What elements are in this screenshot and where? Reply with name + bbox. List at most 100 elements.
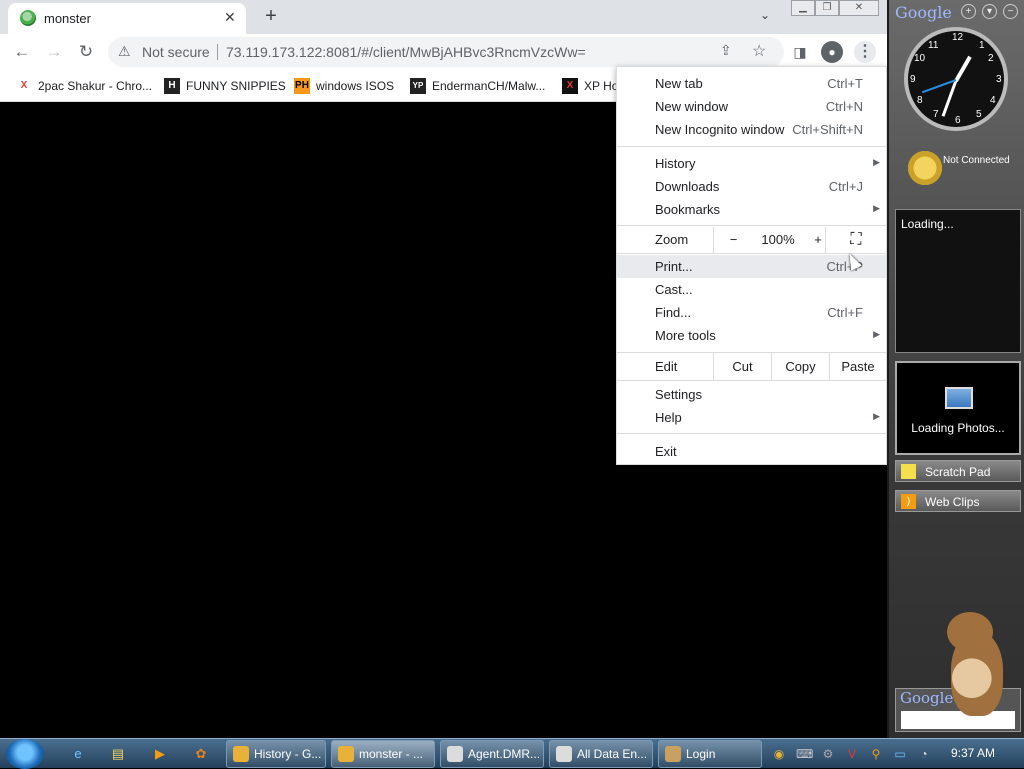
fullscreen-icon[interactable]: ⛶ xyxy=(825,227,886,253)
menu-find[interactable]: Find... Ctrl+F xyxy=(617,301,886,324)
bookmark-label: 2pac Shakur - Chro... xyxy=(38,79,153,93)
task-label: Login xyxy=(686,747,716,761)
app-quicklaunch-icon[interactable]: ✿ xyxy=(191,744,211,764)
tray-settings-icon[interactable]: ⚙ xyxy=(820,746,836,762)
taskbar-item-agent[interactable]: Agent.DMR... xyxy=(440,740,544,768)
sidebar-minimize-icon[interactable]: − xyxy=(1003,4,1018,19)
tray-display-icon[interactable]: ▭ xyxy=(892,746,908,762)
menu-more-tools[interactable]: More tools ▶ xyxy=(617,324,886,347)
menu-label: Downloads xyxy=(655,179,720,194)
clock-number: 11 xyxy=(928,40,939,51)
scratch-pad-gadget[interactable]: Scratch Pad xyxy=(895,460,1021,482)
menu-label: Settings xyxy=(655,387,702,402)
tab-search-chevron-icon[interactable]: ⌄ xyxy=(760,8,770,22)
hamster-mascot-icon[interactable] xyxy=(945,612,1007,718)
tab-close-icon[interactable]: ✕ xyxy=(224,9,236,26)
menu-cast[interactable]: Cast... xyxy=(617,278,886,301)
edit-paste-button[interactable]: Paste xyxy=(829,353,886,380)
tray-antivirus-icon[interactable]: V xyxy=(844,746,860,762)
menu-divider xyxy=(617,433,886,434)
menu-divider xyxy=(617,225,886,226)
menu-label: New window xyxy=(655,99,728,114)
menu-bookmarks[interactable]: Bookmarks ▶ xyxy=(617,198,886,221)
menu-exit[interactable]: Exit xyxy=(617,440,886,463)
menu-new-tab[interactable]: New tab Ctrl+T xyxy=(617,72,886,95)
chrome-menu-kebab-icon[interactable]: ⋮ xyxy=(854,41,876,63)
bookmark-label: windows ISOS xyxy=(316,79,395,93)
bookmark-star-icon[interactable]: ☆ xyxy=(752,41,766,61)
menu-help[interactable]: Help ▶ xyxy=(617,406,886,429)
restore-button[interactable]: ❐ xyxy=(815,0,839,16)
bookmark-favicon-icon: YP xyxy=(410,78,426,94)
menu-shortcut: Ctrl+Shift+N xyxy=(792,122,863,137)
tray-volume-icon[interactable]: ◔ xyxy=(916,746,932,762)
sidebar-menu-icon[interactable]: ▾ xyxy=(982,4,997,19)
clock-hour-hand xyxy=(954,55,972,82)
tab-title: monster xyxy=(44,11,91,26)
taskbar-item-history[interactable]: History - G... xyxy=(226,740,326,768)
minimize-button[interactable]: ▁ xyxy=(791,0,815,16)
file-explorer-icon[interactable]: ▤ xyxy=(108,744,128,764)
photos-gadget[interactable]: Loading Photos... xyxy=(895,361,1021,455)
submenu-arrow-icon: ▶ xyxy=(873,329,880,339)
reload-icon[interactable]: ↻ xyxy=(74,40,98,64)
clock-number: 10 xyxy=(914,53,926,64)
menu-new-incognito-window[interactable]: New Incognito window Ctrl+Shift+N xyxy=(617,118,886,141)
clock-number: 1 xyxy=(979,40,985,51)
back-arrow-icon[interactable]: ← xyxy=(10,40,34,64)
start-button-icon[interactable] xyxy=(6,739,44,769)
bookmark-item[interactable]: X 2pac Shakur - Chro... xyxy=(16,76,152,96)
side-panel-icon[interactable]: ◨ xyxy=(789,41,811,63)
menu-downloads[interactable]: Downloads Ctrl+J xyxy=(617,175,886,198)
address-bar[interactable]: ⚠ Not secure 73.119.173.122:8081/#/clien… xyxy=(108,37,784,67)
taskbar-item-monster[interactable]: monster - ... xyxy=(331,740,435,768)
menu-settings[interactable]: Settings xyxy=(617,383,886,406)
bookmark-favicon-icon: PH xyxy=(294,78,310,94)
menu-shortcut: Ctrl+N xyxy=(825,99,863,114)
window-icon xyxy=(556,746,572,762)
tray-keyboard-icon[interactable]: ⌨ xyxy=(796,746,813,762)
web-clips-label: Web Clips xyxy=(925,495,980,509)
edit-copy-button[interactable]: Copy xyxy=(771,353,829,380)
tray-chrome-icon[interactable]: ◉ xyxy=(771,746,787,762)
warning-triangle-icon[interactable]: ⚠ xyxy=(118,43,131,60)
close-window-button[interactable]: ✕ xyxy=(839,0,879,16)
url-text[interactable]: 73.119.173.122:8081/#/client/MwBjAHBvc3R… xyxy=(226,44,586,60)
clock-number: 8 xyxy=(917,95,923,106)
media-player-icon[interactable]: ▶ xyxy=(150,744,170,764)
analog-clock-gadget[interactable]: 12 1 2 3 4 5 6 7 8 9 10 11 xyxy=(904,27,1008,131)
chrome-icon xyxy=(338,746,354,762)
news-gadget[interactable]: Loading... xyxy=(895,209,1021,353)
window-icon xyxy=(447,746,463,762)
menu-new-window[interactable]: New window Ctrl+N xyxy=(617,95,886,118)
web-clips-gadget[interactable]: ) Web Clips xyxy=(895,490,1021,512)
weather-sun-icon[interactable] xyxy=(905,148,945,188)
new-tab-button[interactable]: + xyxy=(260,4,282,28)
zoom-out-button[interactable]: − xyxy=(713,227,753,253)
taskbar-item-login[interactable]: Login xyxy=(658,740,762,768)
bookmark-item[interactable]: X XP Ho xyxy=(562,76,618,96)
tray-search-icon[interactable]: ⚲ xyxy=(868,746,884,762)
rss-icon: ) xyxy=(901,494,916,509)
task-label: All Data En... xyxy=(577,747,648,761)
bookmark-item[interactable]: PH windows ISOS xyxy=(294,76,394,96)
bookmark-item[interactable]: H FUNNY SNIPPIES xyxy=(164,76,286,96)
menu-label: Cast... xyxy=(655,282,693,297)
sidebar-add-icon[interactable]: + xyxy=(961,4,976,19)
chrome-menu: New tab Ctrl+T New window Ctrl+N New Inc… xyxy=(616,66,887,465)
login-app-icon xyxy=(665,746,681,762)
bookmark-item[interactable]: YP EndermanCH/Malw... xyxy=(410,76,545,96)
edit-cut-button[interactable]: Cut xyxy=(713,353,771,380)
hamster-head xyxy=(947,612,993,652)
forward-arrow-icon[interactable]: → xyxy=(42,40,66,64)
menu-zoom-label: Zoom xyxy=(655,232,689,247)
menu-history[interactable]: History ▶ xyxy=(617,152,886,175)
internet-explorer-icon[interactable]: e xyxy=(68,744,88,764)
menu-label: History xyxy=(655,156,696,171)
profile-avatar-icon[interactable]: ● xyxy=(821,41,843,63)
share-icon[interactable]: ⇪ xyxy=(720,42,732,59)
not-secure-label[interactable]: Not secure xyxy=(142,44,210,60)
taskbar-item-all-data[interactable]: All Data En... xyxy=(549,740,653,768)
tab-monster[interactable]: monster ✕ xyxy=(8,3,246,34)
taskbar-clock[interactable]: 9:37 AM xyxy=(951,746,995,760)
